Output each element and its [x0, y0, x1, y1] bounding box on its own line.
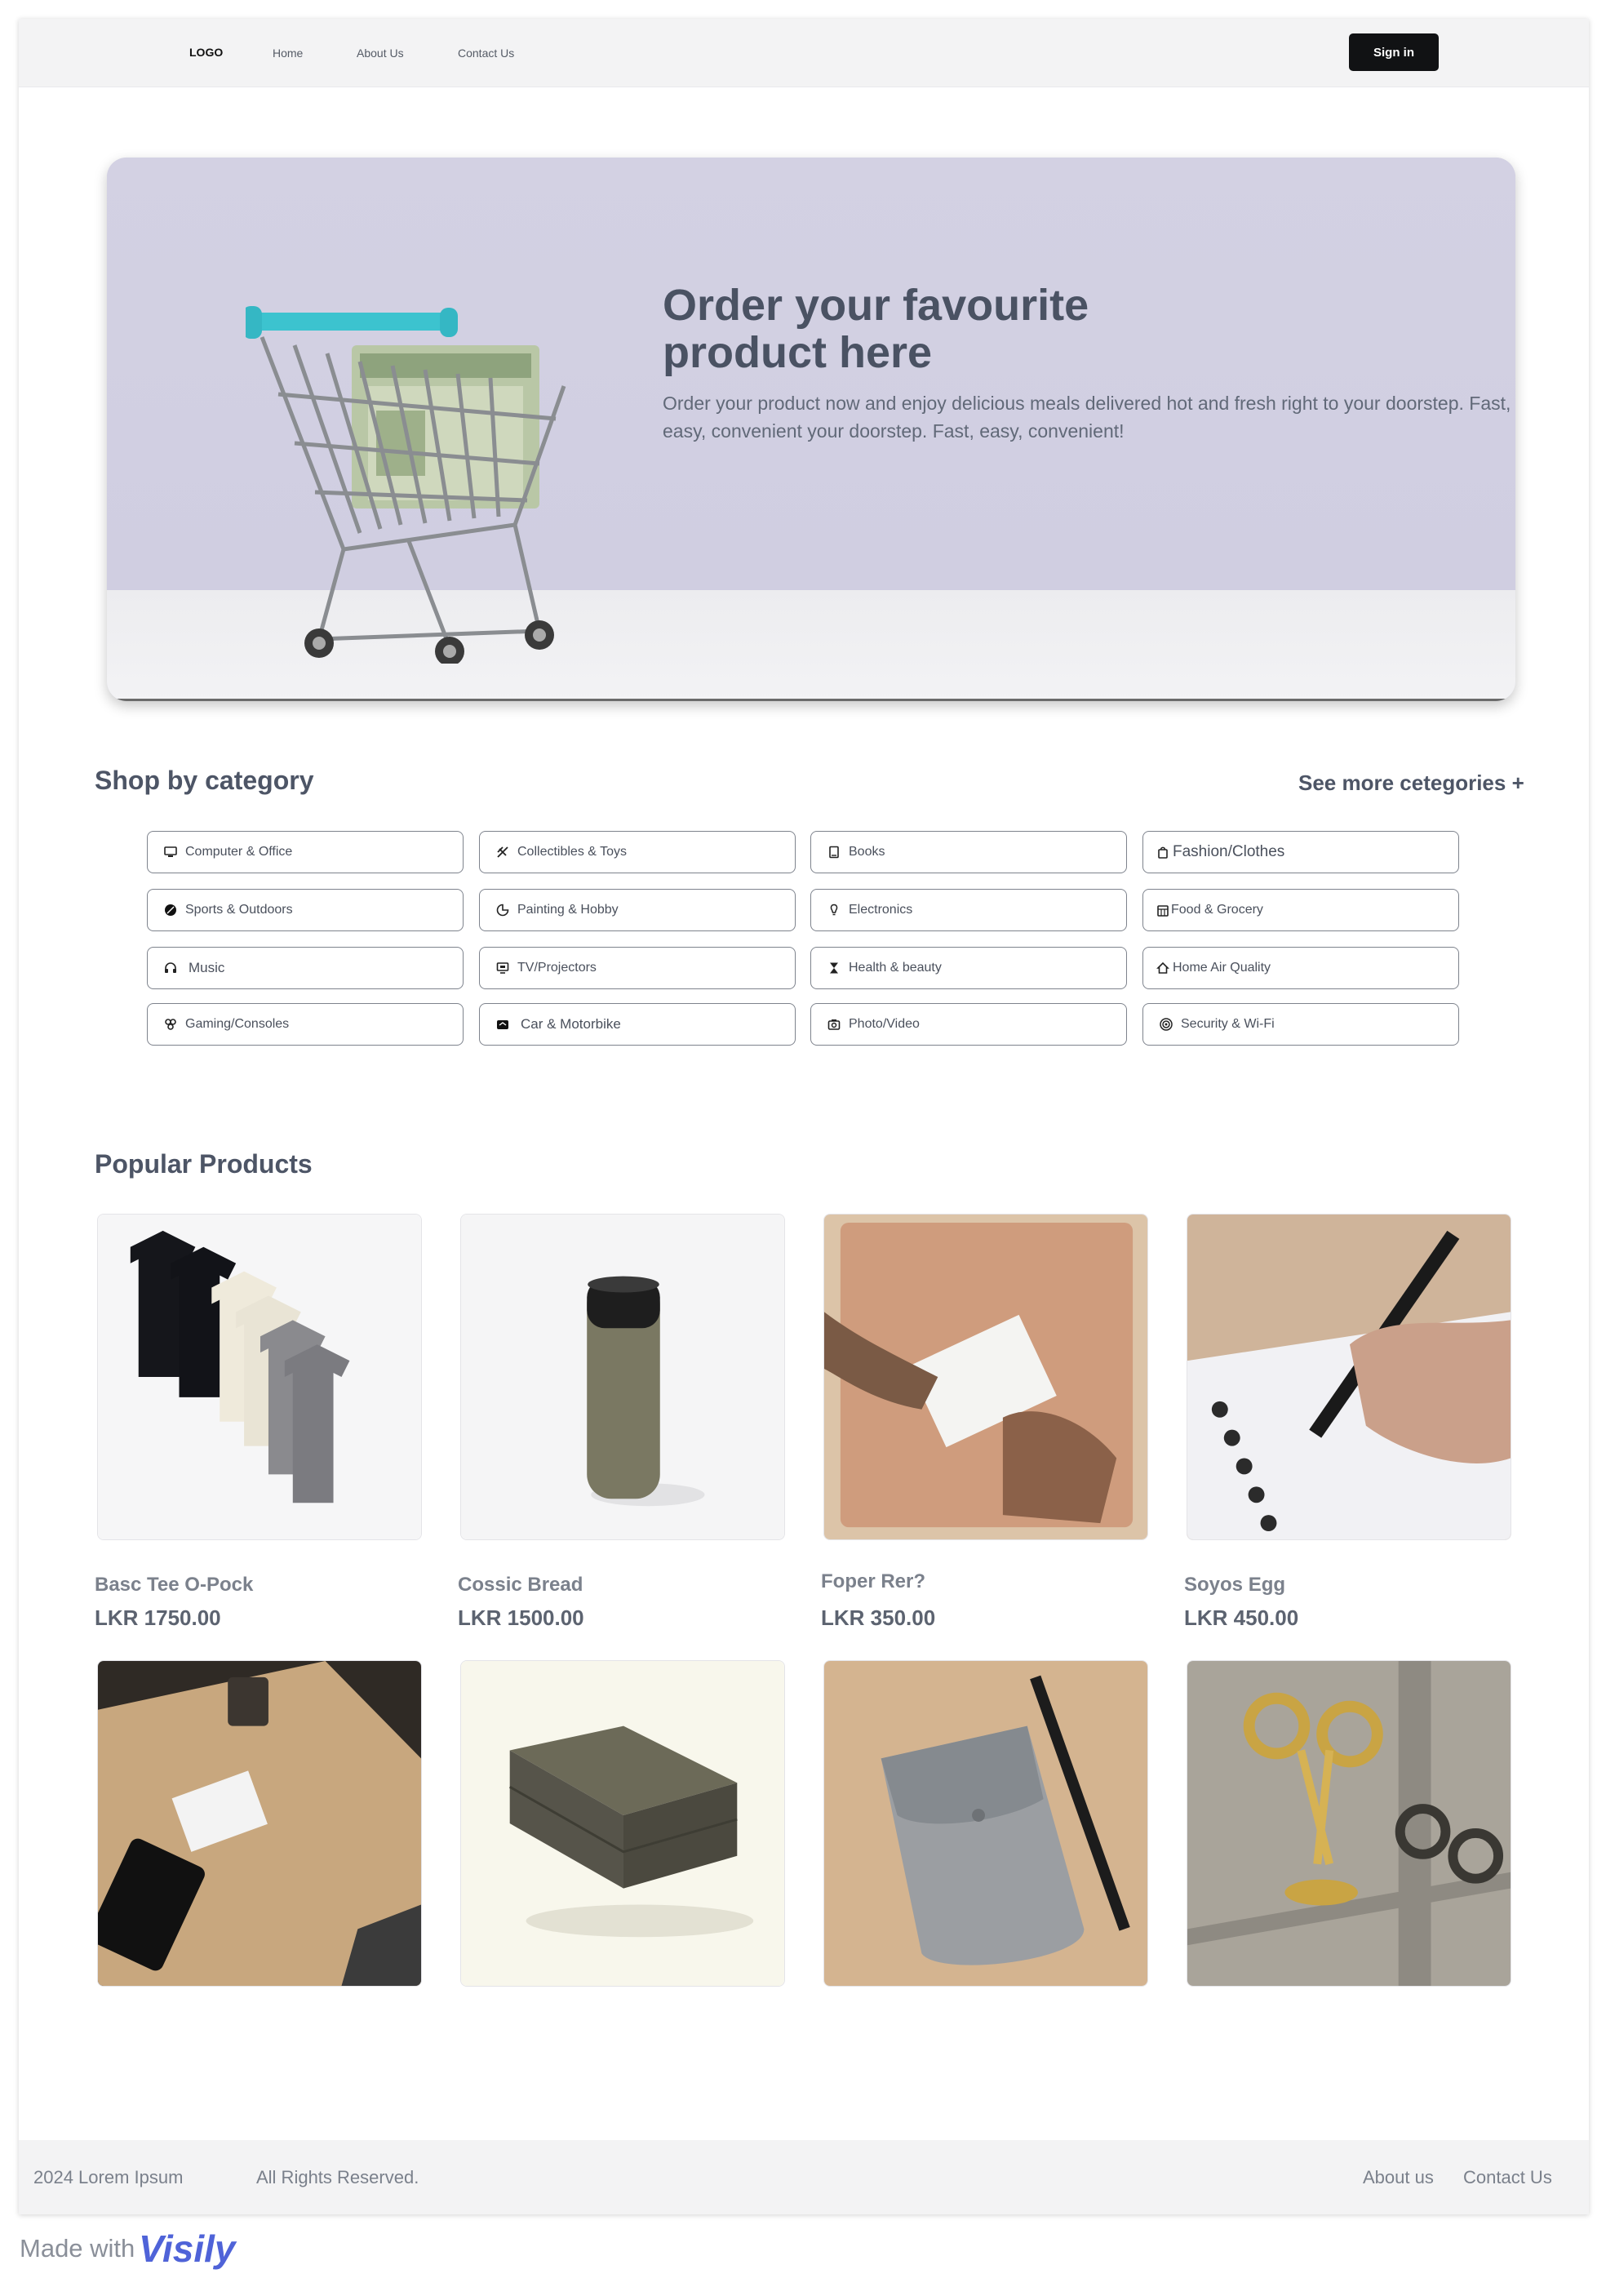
hero-title: Order your favourite product here — [663, 281, 1089, 377]
navbar: LOGO Home About Us Contact Us Sign in — [19, 19, 1589, 87]
sign-in-button[interactable]: Sign in — [1349, 33, 1439, 71]
category-label: Security & Wi-Fi — [1181, 1017, 1275, 1031]
palette-icon — [496, 904, 509, 917]
book-icon — [827, 846, 841, 859]
bag-icon — [1156, 846, 1169, 859]
product-name[interactable]: Basc Tee O-Pock — [95, 1574, 253, 1597]
category-food-grocery[interactable]: Food & Grocery — [1142, 889, 1459, 931]
see-more-categories-link[interactable]: See more cetegories + — [1298, 771, 1524, 796]
product-image-tees[interactable] — [97, 1214, 422, 1540]
category-label: Sports & Outdoors — [185, 903, 293, 917]
category-label: Home Air Quality — [1173, 961, 1271, 975]
category-fashion-clothes[interactable]: Fashion/Clothes — [1142, 831, 1459, 873]
category-security-wifi[interactable]: Security & Wi-Fi — [1142, 1003, 1459, 1046]
toys-icon — [496, 846, 509, 859]
ball-icon — [164, 904, 177, 917]
category-label: TV/Projectors — [517, 961, 597, 975]
category-collectibles-toys[interactable]: Collectibles & Toys — [479, 831, 796, 873]
shopping-cart-image — [246, 306, 566, 664]
category-label: Books — [849, 845, 885, 859]
grocery-icon — [1156, 904, 1169, 917]
headphones-icon — [164, 961, 177, 975]
nav-link-about[interactable]: About Us — [357, 47, 404, 60]
camera-icon — [827, 1018, 841, 1031]
category-home-air-quality[interactable]: Home Air Quality — [1142, 947, 1459, 989]
product-name[interactable]: Cossic Bread — [458, 1574, 583, 1597]
category-label: Collectibles & Toys — [517, 845, 627, 859]
footer-contact-link[interactable]: Contact Us — [1463, 2167, 1552, 2188]
product-price: LKR 1500.00 — [458, 1605, 584, 1630]
home-icon — [1156, 961, 1169, 975]
product-image-bottle[interactable] — [460, 1214, 785, 1540]
product-name[interactable]: Soyos Egg — [1184, 1574, 1285, 1597]
category-photo-video[interactable]: Photo/Video — [810, 1003, 1127, 1046]
hero-subtitle: Order your product now and enjoy delicio… — [663, 393, 1511, 442]
car-icon — [496, 1018, 509, 1031]
product-name[interactable]: Foper Rer? — [821, 1570, 925, 1593]
category-label: Health & beauty — [849, 961, 942, 975]
category-label: Fashion/Clothes — [1173, 843, 1285, 860]
product-image-desk[interactable] — [97, 1660, 422, 1987]
category-computer-office[interactable]: Computer & Office — [147, 831, 464, 873]
product-image-boxes[interactable] — [460, 1660, 785, 1987]
category-gaming-consoles[interactable]: Gaming/Consoles — [147, 1003, 464, 1046]
product-image-notes[interactable] — [823, 1214, 1148, 1540]
category-label: Car & Motorbike — [521, 1016, 621, 1032]
product-price: LKR 1750.00 — [95, 1605, 221, 1630]
category-car-motorbike[interactable]: Car & Motorbike — [479, 1003, 796, 1046]
computer-icon — [164, 846, 177, 859]
page: LOGO Home About Us Contact Us Sign in Or… — [19, 19, 1589, 2214]
product-image-scissors[interactable] — [1187, 1660, 1511, 1987]
bulb-icon — [827, 904, 841, 917]
tv-icon — [496, 961, 509, 975]
logo[interactable]: LOGO — [189, 46, 223, 59]
category-health-beauty[interactable]: Health & beauty — [810, 947, 1127, 989]
category-electronics[interactable]: Electronics — [810, 889, 1127, 931]
wifi-icon — [1160, 1018, 1173, 1031]
product-price: LKR 450.00 — [1184, 1605, 1299, 1630]
category-label: Food & Grocery — [1171, 903, 1263, 917]
shop-by-category-heading: Shop by category — [95, 766, 314, 795]
hourglass-icon — [827, 961, 841, 975]
category-sports-outdoors[interactable]: Sports & Outdoors — [147, 889, 464, 931]
category-tv-projectors[interactable]: TV/Projectors — [479, 947, 796, 989]
product-image-pouch[interactable] — [823, 1660, 1148, 1987]
footer-about-link[interactable]: About us — [1363, 2167, 1434, 2188]
category-label: Computer & Office — [185, 845, 293, 859]
nav-link-home[interactable]: Home — [273, 47, 303, 60]
category-music[interactable]: Music — [147, 947, 464, 989]
popular-products-heading: Popular Products — [95, 1149, 313, 1179]
product-price: LKR 350.00 — [821, 1605, 936, 1630]
nav-link-contact[interactable]: Contact Us — [458, 47, 514, 60]
gaming-icon — [164, 1018, 177, 1031]
hero-banner: Order your favourite product here Order … — [107, 158, 1515, 701]
category-books[interactable]: Books — [810, 831, 1127, 873]
category-label: Photo/Video — [849, 1017, 920, 1031]
category-label: Painting & Hobby — [517, 903, 619, 917]
visily-logo[interactable]: Visily — [139, 2227, 235, 2271]
category-label: Gaming/Consoles — [185, 1017, 290, 1031]
category-painting-hobby[interactable]: Painting & Hobby — [479, 889, 796, 931]
category-label: Electronics — [849, 903, 913, 917]
footer: 2024 Lorem Ipsum All Rights Reserved. Ab… — [19, 2140, 1589, 2214]
footer-copyright: 2024 Lorem Ipsum — [33, 2167, 184, 2187]
category-label: Music — [189, 960, 225, 975]
product-image-pen[interactable] — [1187, 1214, 1511, 1540]
made-with-label: Made with — [20, 2234, 135, 2263]
footer-rights: All Rights Reserved. — [256, 2167, 419, 2187]
